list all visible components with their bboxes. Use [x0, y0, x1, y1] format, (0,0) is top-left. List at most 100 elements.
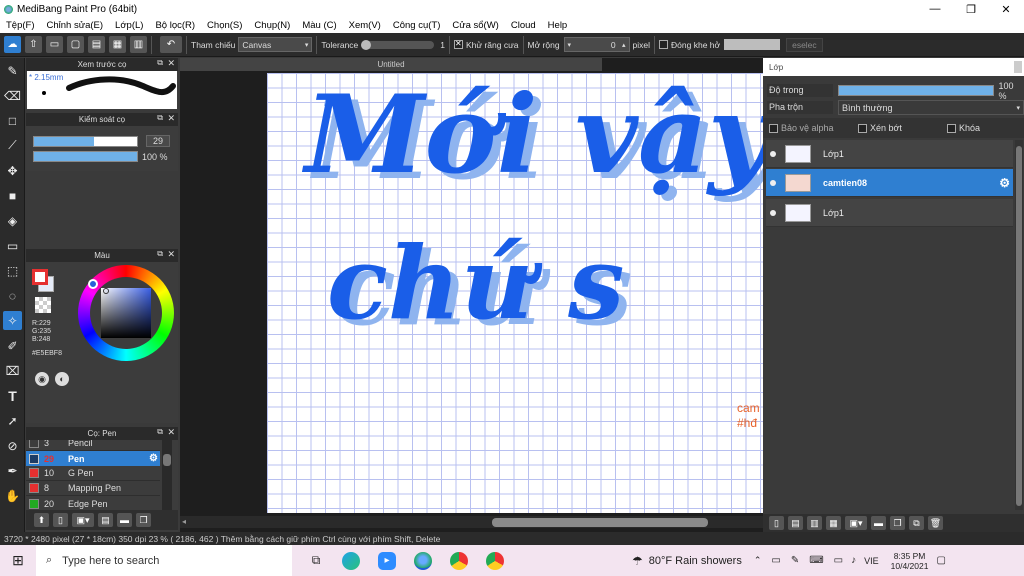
gear-icon[interactable]: ⚙ [999, 176, 1010, 190]
menu-select[interactable]: Chọn(S) [201, 20, 248, 31]
eraser-tool-icon[interactable]: ⌫ [3, 86, 22, 105]
brush-item-selected[interactable]: 29 Pen ⚙ [26, 451, 160, 466]
zoom-icon[interactable]: ▸ [378, 551, 396, 570]
layer-row-selected[interactable]: camtien08 ⚙ [766, 169, 1013, 197]
close-icon[interactable]: ✕ [167, 427, 175, 438]
menu-snap[interactable]: Chụp(N) [248, 20, 296, 31]
menu-window[interactable]: Cửa sổ(W) [446, 20, 504, 31]
scrollbar-thumb[interactable] [163, 454, 171, 466]
keyboard-icon[interactable]: ⌨ [809, 555, 823, 566]
trash-icon[interactable]: 🗑 [928, 516, 943, 530]
popout-icon[interactable]: ⧉ [157, 58, 163, 68]
brush-item[interactable]: 3 Pencil [26, 440, 160, 451]
gear-icon[interactable]: ⚙ [149, 453, 158, 464]
palette-icon[interactable]: ◉ [35, 372, 49, 386]
menu-edit[interactable]: Chỉnh sửa(E) [41, 20, 110, 31]
close-button[interactable]: ✕ [989, 0, 1023, 18]
canvas-page[interactable]: Mới vậy Mới vậy chứ s chứ s cam #hđ [267, 73, 763, 513]
panel-resize-handle[interactable] [1014, 61, 1022, 73]
layer-row[interactable]: Lớp1 [766, 140, 1013, 168]
brush-item[interactable]: 20 Edge Pen [26, 496, 160, 510]
folder-icon[interactable]: ▬ [117, 513, 132, 527]
select-pen-tool-icon[interactable]: ✐ [3, 336, 22, 355]
brush-tool-icon[interactable]: ✎ [3, 61, 22, 80]
duplicate-layer-icon[interactable]: ❐ [890, 516, 905, 530]
document-tab[interactable]: Untitled [180, 58, 602, 71]
canvas-horizontal-scrollbar[interactable]: ◂ [180, 516, 763, 528]
language-indicator[interactable]: VIE [864, 556, 879, 566]
menu-layer[interactable]: Lớp(L) [109, 20, 149, 31]
hue-marker[interactable] [88, 279, 98, 289]
layer-row[interactable]: Lớp1 [766, 199, 1013, 227]
eyedropper-tool-icon[interactable]: ✒ [3, 461, 22, 480]
select-button[interactable]: eselec [786, 37, 823, 52]
close-icon[interactable]: ✕ [167, 113, 175, 124]
layout-icon[interactable]: ▥ [130, 36, 147, 53]
popout-icon[interactable]: ⧉ [157, 113, 163, 123]
cloud-icon[interactable]: ☁ [4, 36, 21, 53]
gradient-tool-icon[interactable]: ▭ [3, 236, 22, 255]
select-eraser-tool-icon[interactable]: ⌧ [3, 361, 22, 380]
menu-help[interactable]: Help [542, 20, 574, 31]
page-icon[interactable]: ▤ [88, 36, 105, 53]
slider-knob[interactable] [361, 39, 372, 50]
color-settings-icon[interactable]: ◐ [55, 372, 69, 386]
tray-chevron-icon[interactable]: ⌃ [754, 555, 762, 566]
undo-button[interactable]: ↶ [160, 36, 182, 53]
close-gap-slider[interactable] [724, 39, 781, 50]
eye-icon[interactable] [770, 179, 776, 186]
menu-cloud[interactable]: Cloud [505, 20, 542, 31]
clipping-checkbox[interactable] [858, 123, 867, 133]
weather-icon[interactable]: ☂ [632, 554, 643, 568]
close-icon[interactable]: ✕ [167, 58, 175, 69]
add-brush-icon[interactable]: ⬆ [34, 513, 49, 527]
eye-icon[interactable] [770, 209, 776, 216]
move-tool-icon[interactable]: ✥ [3, 161, 22, 180]
edge-icon[interactable] [342, 551, 360, 570]
weather-text[interactable]: 80°F Rain showers [649, 555, 742, 567]
layer-opacity-slider[interactable] [837, 85, 994, 96]
popout-icon[interactable]: ⧉ [157, 249, 163, 259]
brush-item[interactable]: 8 Mapping Pen [26, 481, 160, 496]
share-icon[interactable]: ⇧ [25, 36, 42, 53]
divide-tool-icon[interactable]: ⊘ [3, 436, 22, 455]
maximize-button[interactable]: ❐ [954, 0, 988, 18]
fill-tool-icon[interactable]: ◈ [3, 211, 22, 230]
new-layer-icon[interactable]: ▯ [769, 516, 784, 530]
team-icon[interactable]: ▢ [67, 36, 84, 53]
layer-list-scrollbar[interactable] [1015, 140, 1023, 510]
grid-icon[interactable]: ▦ [109, 36, 126, 53]
comment-icon[interactable]: ▭ [46, 36, 63, 53]
close-gap-checkbox[interactable] [659, 40, 669, 49]
folder-icon[interactable]: ▬ [871, 516, 886, 530]
network-drive-icon[interactable]: ▭ [771, 555, 780, 566]
new-1bit-layer-icon[interactable]: ▦ [826, 516, 841, 530]
clock[interactable]: 8:35 PM 10/4/2021 [891, 551, 929, 571]
new-8bit-layer-icon[interactable]: ▥ [807, 516, 822, 530]
brush-list-scrollbar[interactable] [162, 440, 172, 510]
brush-settings-icon[interactable]: ▤ [98, 513, 113, 527]
eye-icon[interactable] [770, 150, 776, 157]
medibang-icon[interactable] [414, 551, 432, 570]
antialias-checkbox[interactable] [454, 39, 464, 49]
reference-dropdown[interactable]: Canvas ▾ [238, 37, 313, 52]
dot-tool-icon[interactable]: □ [3, 111, 22, 130]
popout-icon[interactable]: ⧉ [157, 427, 163, 437]
taskbar-search-box[interactable]: ⌕ Type here to search [36, 545, 292, 576]
menu-color[interactable]: Màu (C) [296, 20, 342, 31]
sv-marker[interactable] [103, 288, 109, 294]
tolerance-slider[interactable] [361, 39, 435, 50]
text-tool-icon[interactable]: T [3, 386, 22, 405]
windows-start-icon[interactable]: ⊞ [0, 552, 36, 569]
minimize-button[interactable]: — [918, 0, 952, 18]
battery-icon[interactable]: ▭ [834, 555, 843, 566]
foreground-color-swatch[interactable] [32, 269, 48, 285]
lasso-tool-icon[interactable]: ◌ [3, 286, 22, 305]
operation-tool-icon[interactable]: ➚ [3, 411, 22, 430]
pen-icon[interactable]: ✎ [791, 555, 799, 566]
saturation-square[interactable] [101, 288, 151, 338]
menu-tools[interactable]: Công cụ(T) [387, 20, 447, 31]
close-icon[interactable]: ✕ [167, 249, 175, 260]
size-slider[interactable] [33, 135, 138, 147]
volume-icon[interactable]: ♪ [851, 555, 856, 566]
